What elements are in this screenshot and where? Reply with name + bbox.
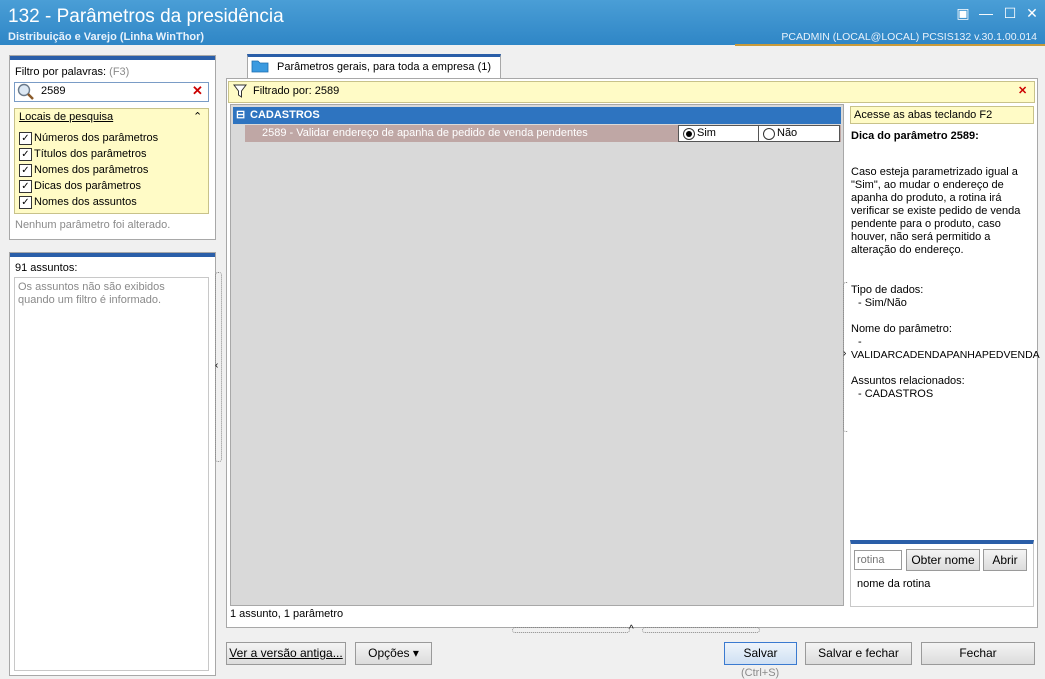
window-subtitle: Distribuição e Varejo (Linha WinThor) (8, 31, 205, 43)
search-locations: Locais de pesquisa ⌃ ✓ Números dos parâm… (14, 108, 209, 214)
status-text: Nenhum parâmetro foi alterado. (15, 219, 171, 231)
tabs-hint-box: Acesse as abas teclando F2 (850, 106, 1034, 124)
parameter-label: 2589 - Validar endereço de apanha de ped… (262, 127, 588, 139)
filter-bar: Filtrado por: 2589 ✕ (228, 81, 1035, 103)
bottom-splitter-left[interactable] (512, 627, 630, 633)
filter-bar-text: Filtrado por: 2589 (253, 85, 340, 97)
clear-icon[interactable]: ✕ (192, 83, 203, 99)
option-nao[interactable]: Não (758, 125, 840, 142)
subjects-list[interactable]: Os assuntos não são exibidos quando um f… (14, 277, 209, 671)
option-item[interactable]: ✓ Nomes dos assuntos (15, 195, 205, 211)
tab-label: Parâmetros gerais, para toda a empresa (277, 61, 475, 73)
restore-icon[interactable]: ▣ (955, 5, 971, 22)
tabs-hint: Acesse as abas teclando F2 (854, 109, 993, 121)
folder-icon (251, 60, 269, 73)
search-input[interactable]: 2589 ✕ (14, 82, 209, 102)
option-item[interactable]: ✓ Dicas dos parâmetros (15, 179, 205, 195)
filter-shortcut: (F3) (109, 66, 130, 78)
param-name-value: VALIDARCADENDAPANHAPEDVENDA (851, 349, 1040, 361)
collapse-icon[interactable]: ⌃ (193, 110, 202, 123)
parameter-row[interactable]: 2589 - Validar endereço de apanha de ped… (245, 125, 841, 142)
chevron-right-icon[interactable]: › (843, 348, 846, 359)
option-sim-label: Sim (697, 127, 716, 139)
routine-input[interactable] (854, 550, 902, 570)
close-icon[interactable]: ✕ (1024, 5, 1040, 22)
chevron-up-icon[interactable]: ^ (629, 624, 634, 635)
user-info: PCADMIN (LOCAL@LOCAL) PCSIS132 v.30.1.00… (781, 31, 1037, 43)
search-value: 2589 (41, 85, 66, 97)
option-item[interactable]: ✓ Títulos dos parâmetros (15, 147, 205, 163)
group-row-cadastros[interactable]: ⊟ CADASTROS (233, 107, 841, 124)
title-bar: 132 - Parâmetros da presidência Distribu… (0, 0, 1045, 45)
checkbox-checked-icon[interactable]: ✓ (19, 132, 32, 145)
filter-panel: Filtro por palavras: (F3) 2589 ✕ Locais … (9, 55, 216, 240)
data-type-label: Tipo de dados: (851, 284, 924, 296)
search-icon (17, 83, 34, 100)
tab-parametros-gerais[interactable]: Parâmetros gerais, para toda a empresa (… (247, 54, 501, 81)
param-name-dash: - (858, 336, 862, 348)
option-nao-label: Não (777, 127, 798, 139)
maximize-icon[interactable]: ☐ (1002, 5, 1018, 22)
data-type-value: - Sim/Não (858, 297, 907, 309)
option-item[interactable]: ✓ Números dos parâmetros (15, 131, 205, 147)
subjects-message: Os assuntos não são exibidos quando um f… (18, 281, 165, 306)
checkbox-checked-icon[interactable]: ✓ (19, 196, 32, 209)
close-button[interactable]: Fechar (921, 642, 1035, 665)
chevron-left-icon[interactable]: ‹ (215, 360, 218, 371)
window-title: 132 - Parâmetros da presidência (8, 6, 284, 27)
accent-line (735, 44, 1045, 46)
hint-panel: Acesse as abas teclando F2 Dica do parâm… (848, 104, 1040, 607)
options-button[interactable]: Opções ▾ (355, 642, 432, 665)
routine-name-label: nome da rotina (857, 578, 931, 590)
group-label: CADASTROS (250, 109, 320, 121)
checkbox-checked-icon[interactable]: ✓ (19, 164, 32, 177)
subjects-count: 91 assuntos: (15, 262, 78, 274)
tab-count: (1) (477, 61, 492, 73)
panel-top-bar (10, 253, 215, 257)
minimize-icon[interactable]: — (978, 5, 994, 21)
hint-description: Caso esteja parametrizado igual a "Sim",… (851, 166, 1021, 256)
checkbox-checked-icon[interactable]: ✓ (19, 148, 32, 161)
clear-filter-icon[interactable]: ✕ (1018, 84, 1027, 97)
param-name-label: Nome do parâmetro: (851, 323, 952, 335)
panel-top-bar (10, 56, 215, 60)
option-sim[interactable]: Sim (678, 125, 760, 142)
grid-footer: 1 assunto, 1 parâmetro (230, 608, 344, 620)
hint-title: Dica do parâmetro 2589: (851, 130, 979, 142)
search-locations-title: Locais de pesquisa (19, 111, 114, 123)
collapse-group-icon[interactable]: ⊟ (236, 108, 245, 121)
radio-selected-icon[interactable] (683, 128, 695, 140)
subjects-panel: 91 assuntos: Os assuntos não são exibido… (9, 252, 216, 676)
routine-box: Obter nome Abrir nome da rotina (850, 540, 1034, 607)
parameters-grid: ⊟ CADASTROS 2589 - Validar endereço de a… (230, 104, 844, 606)
save-close-button[interactable]: Salvar e fechar (805, 642, 912, 665)
funnel-icon (233, 84, 247, 98)
save-shortcut: (Ctrl+S) (741, 667, 780, 679)
radio-unselected-icon[interactable] (763, 128, 775, 140)
filter-label: Filtro por palavras: (15, 66, 107, 78)
get-name-button[interactable]: Obter nome (906, 549, 980, 571)
old-version-button[interactable]: Ver a versão antiga... (226, 642, 346, 665)
bottom-splitter-right[interactable] (642, 627, 760, 633)
checkbox-checked-icon[interactable]: ✓ (19, 180, 32, 193)
save-button[interactable]: Salvar (724, 642, 797, 665)
related-label: Assuntos relacionados: (851, 375, 965, 387)
open-button[interactable]: Abrir (983, 549, 1027, 571)
option-item[interactable]: ✓ Nomes dos parâmetros (15, 163, 205, 179)
related-value: - CADASTROS (858, 388, 934, 400)
